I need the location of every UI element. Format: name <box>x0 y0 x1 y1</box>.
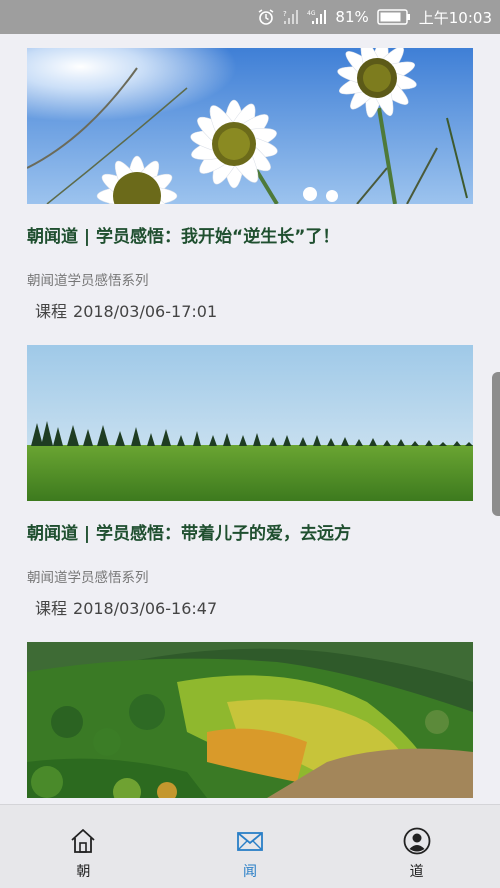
article-category: 课程 <box>35 599 68 618</box>
article-card[interactable] <box>27 642 473 798</box>
battery-icon <box>377 9 411 25</box>
tab-news[interactable]: 闻 <box>167 805 334 888</box>
article-series: 朝闻道学员感悟系列 <box>27 570 149 586</box>
tab-news-label: 闻 <box>243 864 257 880</box>
tab-home-label: 朝 <box>76 864 91 880</box>
scroll-handle[interactable] <box>492 372 500 516</box>
home-icon <box>69 827 97 855</box>
article-thumbnail-daisies[interactable] <box>27 48 473 204</box>
article-series: 朝闻道学员感悟系列 <box>27 273 149 289</box>
alarm-icon <box>257 8 275 26</box>
tab-home[interactable]: 朝 <box>0 805 167 888</box>
article-category: 课程 <box>35 302 68 321</box>
article-meta: 课程 2018/03/06-16:47 <box>35 595 473 619</box>
clock-time: 上午10:03 <box>418 8 492 27</box>
article-title[interactable]: 朝闻道 | 学员感悟：带着儿子的爱，去远方 <box>27 519 473 544</box>
article-card[interactable]: 朝闻道 | 学员感悟：我开始“逆生长”了！ 朝闻道学员感悟系列 课程 2018/0… <box>27 48 473 322</box>
article-thumbnail-meadow[interactable] <box>27 345 473 501</box>
mail-icon <box>236 827 264 855</box>
article-card[interactable]: 朝闻道 | 学员感悟：带着儿子的爱，去远方 朝闻道学员感悟系列 课程 2018/0… <box>27 345 473 619</box>
person-icon <box>403 827 431 855</box>
article-meta: 课程 2018/03/06-17:01 <box>35 298 473 322</box>
article-feed[interactable]: 朝闻道 | 学员感悟：我开始“逆生长”了！ 朝闻道学员感悟系列 课程 2018/0… <box>0 34 500 804</box>
tab-profile-label: 道 <box>409 864 424 880</box>
battery-percent: 81% <box>335 8 369 26</box>
article-title[interactable]: 朝闻道 | 学员感悟：我开始“逆生长”了！ <box>27 222 473 247</box>
status-bar: ? 4G 81% 上午10:03 <box>0 0 500 34</box>
signal-off-icon: ? <box>283 8 299 26</box>
article-datetime: 2018/03/06-16:47 <box>73 599 218 618</box>
signal-4g-icon: 4G <box>307 8 327 26</box>
svg-text:?: ? <box>283 10 287 18</box>
svg-text:4G: 4G <box>307 10 316 17</box>
bottom-tab-bar: 朝 闻 道 <box>0 804 500 888</box>
tab-profile[interactable]: 道 <box>333 805 500 888</box>
article-datetime: 2018/03/06-17:01 <box>73 302 218 321</box>
article-thumbnail-forest[interactable] <box>27 642 473 798</box>
